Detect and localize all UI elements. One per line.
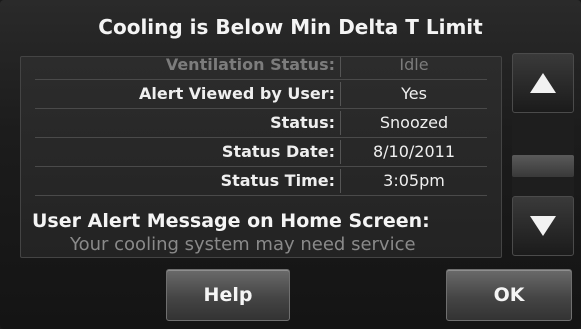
row-value: Idle <box>399 56 429 74</box>
row-label: Alert Viewed by User: <box>138 84 335 103</box>
ok-button[interactable]: OK <box>446 269 572 321</box>
up-arrow-icon <box>530 73 556 93</box>
table-row: Status Time: 3:05pm <box>35 167 487 196</box>
scroll-down-button[interactable] <box>512 196 574 256</box>
page-title: Cooling is Below Min Delta T Limit <box>98 15 483 39</box>
details-table: Ventilation Status: Idle Alert Viewed by… <box>35 56 487 196</box>
alert-message-heading: User Alert Message on Home Screen: <box>32 210 430 232</box>
table-row: Alert Viewed by User: Yes <box>35 80 487 109</box>
row-label: Status Time: <box>220 171 335 190</box>
row-value: 8/10/2011 <box>372 142 456 161</box>
scroll-track[interactable] <box>512 112 574 196</box>
row-value: Snoozed <box>379 113 449 132</box>
scroll-thumb[interactable] <box>512 155 574 177</box>
thermostat-screen: Cooling is Below Min Delta T Limit Venti… <box>0 0 581 329</box>
row-label: Ventilation Status: <box>165 56 335 74</box>
row-label: Status Date: <box>221 142 335 161</box>
table-row: Status: Snoozed <box>35 109 487 138</box>
table-row: Status Date: 8/10/2011 <box>35 138 487 167</box>
row-value: 3:05pm <box>383 171 445 190</box>
row-label: Status: <box>270 113 335 132</box>
down-arrow-icon <box>530 216 556 236</box>
row-value: Yes <box>401 84 427 103</box>
help-button[interactable]: Help <box>166 269 290 321</box>
table-row: Ventilation Status: Idle <box>35 56 487 80</box>
alert-message-text: Your cooling system may need service <box>70 234 416 254</box>
scroll-up-button[interactable] <box>512 53 574 113</box>
